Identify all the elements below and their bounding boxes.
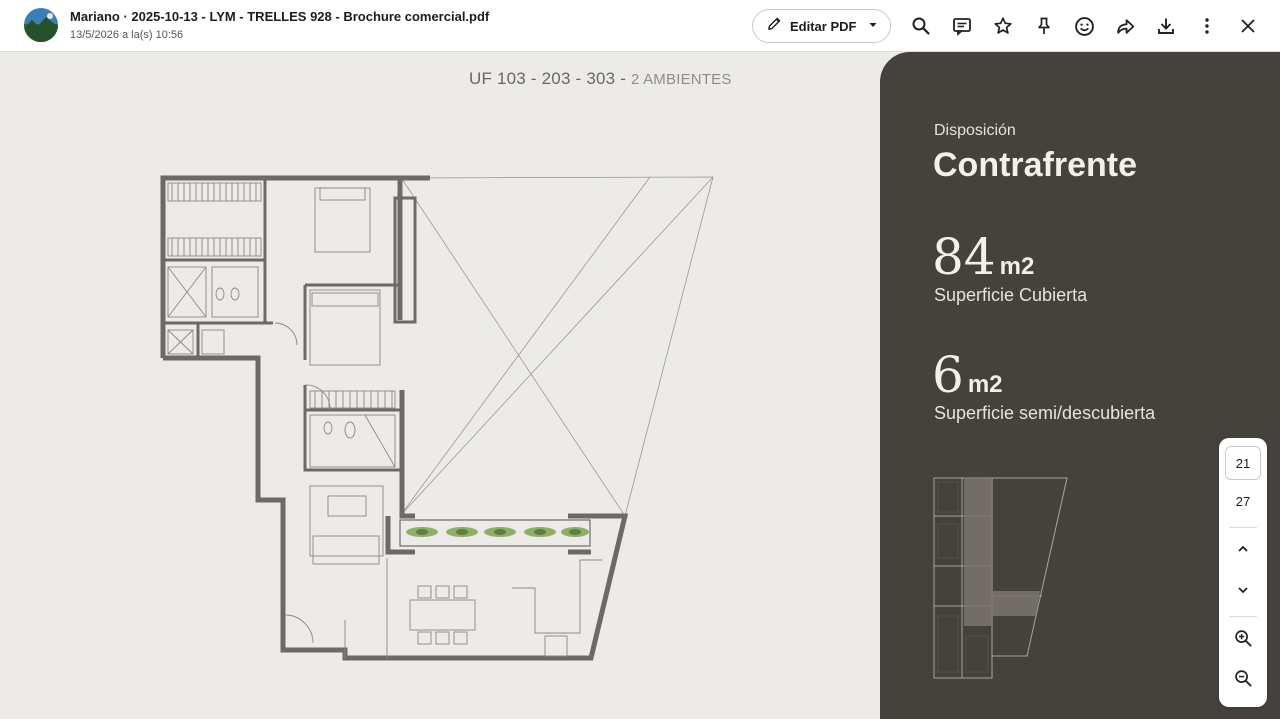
next-page-button[interactable] <box>1231 580 1255 604</box>
zoom-in-button[interactable] <box>1231 629 1255 653</box>
covered-area-unit: m2 <box>999 253 1035 280</box>
file-date: 13/5/2026 a la(s) 10:56 <box>70 29 184 41</box>
floor-plan <box>150 170 730 675</box>
heading-units: UF 103 - 203 - 303 - <box>469 69 627 88</box>
current-page-input[interactable]: 21 <box>1225 446 1261 480</box>
covered-area-value: 84 <box>932 228 996 286</box>
edit-pdf-button[interactable]: Editar PDF <box>752 9 891 43</box>
disposition-label: Disposición <box>934 122 1016 139</box>
edit-pdf-label: Editar PDF <box>790 18 857 34</box>
previous-page-button[interactable] <box>1231 539 1255 563</box>
heading-rooms: 2 AMBIENTES <box>631 71 732 88</box>
semi-covered-area-value: 6 <box>932 346 964 404</box>
pencil-icon <box>767 16 782 36</box>
top-bar: Mariano · 2025-10-13 - LYM - TRELLES 928… <box>0 0 1280 52</box>
covered-area: 84 m2 <box>932 228 1034 286</box>
semi-covered-area: 6 m2 <box>932 346 1003 404</box>
search-icon[interactable] <box>908 13 934 39</box>
zoom-out-button[interactable] <box>1231 669 1255 693</box>
chevron-down-icon <box>1236 583 1250 602</box>
zoom-in-icon <box>1234 629 1253 653</box>
comment-icon[interactable] <box>949 13 975 39</box>
emoji-icon[interactable] <box>1071 13 1097 39</box>
page-heading: UF 103 - 203 - 303 - 2 AMBIENTES <box>469 69 732 89</box>
star-icon[interactable] <box>990 13 1016 39</box>
caret-down-icon <box>868 17 878 35</box>
pin-icon[interactable] <box>1031 13 1057 39</box>
share-icon[interactable] <box>1112 13 1138 39</box>
avatar[interactable] <box>24 8 58 42</box>
close-icon[interactable] <box>1235 13 1261 39</box>
file-title: Mariano · 2025-10-13 - LYM - TRELLES 928… <box>70 9 490 24</box>
covered-area-label: Superficie Cubierta <box>934 285 1088 305</box>
more-icon[interactable] <box>1194 13 1220 39</box>
download-icon[interactable] <box>1153 13 1179 39</box>
total-pages: 27 <box>1235 494 1251 509</box>
building-key-plan <box>932 476 1072 691</box>
semi-covered-area-unit: m2 <box>967 371 1003 398</box>
semi-covered-area-label: Superficie semi/descubierta <box>934 403 1156 423</box>
page-controls: 21 27 <box>1219 438 1267 707</box>
disposition-value: Contrafrente <box>933 146 1138 184</box>
divider <box>1229 616 1257 617</box>
chevron-up-icon <box>1236 542 1250 561</box>
divider <box>1229 527 1257 528</box>
zoom-out-icon <box>1234 669 1253 693</box>
pdf-viewer[interactable]: UF 103 - 203 - 303 - 2 AMBIENTES Disposi… <box>0 52 1280 719</box>
